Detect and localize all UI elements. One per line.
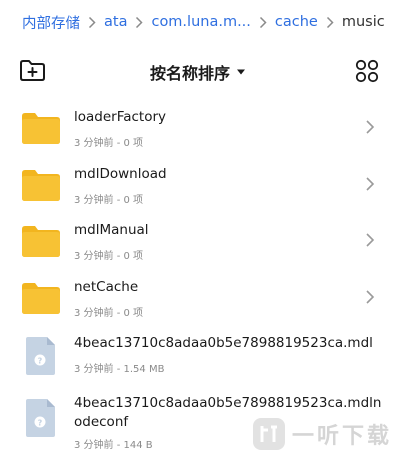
new-folder-icon[interactable] bbox=[18, 58, 48, 84]
folder-icon bbox=[20, 110, 62, 146]
breadcrumb-music: music bbox=[341, 14, 385, 30]
chevron-right-icon bbox=[364, 118, 376, 136]
watermark-text: 一听下载 bbox=[291, 424, 392, 449]
toolbar: 按名称排序 bbox=[0, 48, 400, 92]
watermark-logo-icon bbox=[252, 418, 285, 450]
item-meta: 3 分钟前 - 144 B bbox=[74, 440, 153, 451]
item-name: loaderFactory bbox=[74, 109, 167, 125]
item-name: netCache bbox=[74, 278, 139, 295]
item-meta: 3 分钟前 - 0 项 bbox=[74, 251, 144, 262]
item-meta: 3 分钟前 - 1.54 MB bbox=[74, 364, 165, 375]
chevron-right-icon bbox=[364, 231, 376, 249]
chevron-right-icon bbox=[259, 16, 267, 29]
chevron-right-icon bbox=[364, 175, 376, 193]
chevron-right-icon bbox=[364, 288, 376, 306]
chevron-right-icon bbox=[326, 16, 334, 29]
sort-label: 按名称排序 bbox=[150, 64, 231, 83]
breadcrumb: 内部存储 ata com.luna.m... cache music bbox=[0, 0, 400, 44]
caret-down-icon bbox=[236, 68, 246, 76]
unknown-file-icon: ? bbox=[24, 397, 58, 439]
watermark: 一听下载 bbox=[252, 417, 392, 451]
item-meta: 3 分钟前 - 0 项 bbox=[74, 307, 144, 319]
breadcrumb-cache[interactable]: cache bbox=[275, 14, 318, 30]
breadcrumb-com-luna[interactable]: com.luna.m... bbox=[151, 14, 250, 30]
list-item-folder-mdldownload[interactable]: mdlDownload 3 分钟前 - 0 项 bbox=[0, 157, 400, 214]
list-item-folder-netcache[interactable]: netCache 3 分钟前 - 0 项 bbox=[0, 270, 400, 327]
folder-icon bbox=[20, 223, 62, 259]
list-item-folder-mdlmanual[interactable]: mdlManual 3 分钟前 - 0 项 bbox=[0, 213, 400, 270]
breadcrumb-internal-storage[interactable]: 内部存储 bbox=[22, 12, 80, 33]
breadcrumb-ata[interactable]: ata bbox=[104, 14, 127, 30]
item-name: 4beac13710c8adaa0b5e7898819523ca.mdl bbox=[74, 335, 373, 351]
grid-view-icon[interactable] bbox=[354, 58, 380, 84]
item-name: mdlManual bbox=[74, 222, 149, 238]
folder-icon bbox=[20, 280, 62, 316]
chevron-right-icon bbox=[135, 16, 144, 29]
unknown-file-icon: ? bbox=[24, 335, 58, 377]
list-item-file-mdl[interactable]: ? 4beac13710c8adaa0b5e7898819523ca.mdl 3… bbox=[0, 326, 400, 384]
item-meta: 3 分钟前 - 0 项 bbox=[74, 194, 144, 206]
svg-text:?: ? bbox=[38, 419, 43, 428]
chevron-right-icon bbox=[88, 16, 96, 29]
sort-dropdown[interactable]: 按名称排序 bbox=[150, 60, 246, 84]
list-item-folder-loaderfactory[interactable]: loaderFactory 3 分钟前 - 0 项 bbox=[0, 100, 400, 157]
item-name-line-1: 4beac13710c8adaa0b5e7898819523ca.mdln bbox=[74, 395, 382, 411]
folder-icon bbox=[20, 167, 62, 203]
item-name: mdlDownload bbox=[74, 165, 167, 182]
file-list: loaderFactory 3 分钟前 - 0 项 mdlDownload 3 … bbox=[0, 100, 400, 454]
svg-text:?: ? bbox=[38, 357, 43, 366]
item-meta: 3 分钟前 - 0 项 bbox=[74, 138, 144, 149]
